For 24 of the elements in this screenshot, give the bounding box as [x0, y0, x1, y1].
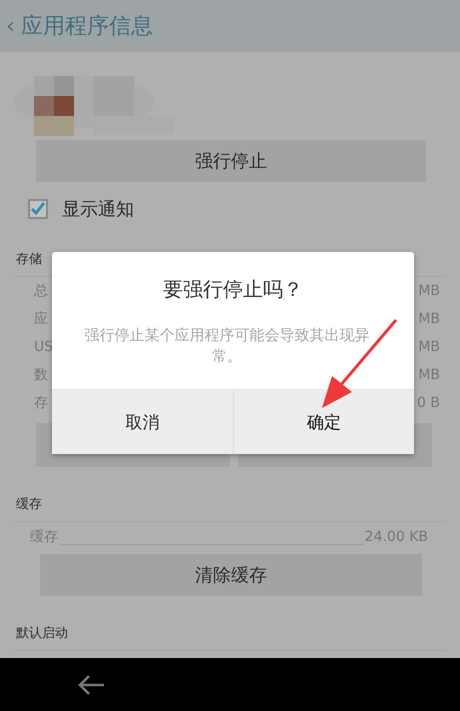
clear-cache-button[interactable]: 清除缓存 [40, 554, 422, 596]
dialog-title: 要强行停止吗？ [162, 276, 304, 303]
row-value: MB [418, 283, 440, 299]
force-stop-button[interactable]: 强行停止 [36, 140, 426, 182]
row-label: 总 [34, 282, 48, 300]
dialog-message: 强行停止某个应用程序可能会导致其出现异常。 [84, 325, 370, 367]
cancel-button[interactable]: 取消 [52, 390, 232, 454]
checkbox[interactable] [28, 199, 48, 219]
screen-title: 应用程序信息 [20, 13, 153, 41]
row-value: 24.00 KB [364, 529, 428, 545]
checkbox-label: 显示通知 [62, 198, 134, 221]
row-value: MB [418, 367, 440, 383]
section-header: 缓存 [14, 495, 446, 522]
confirm-button[interactable]: 确定 [232, 390, 414, 454]
row-label: 缓存 [30, 528, 58, 546]
row-label: 应 [34, 310, 48, 328]
row-label: 数 [34, 366, 48, 384]
row-value: MB [418, 339, 440, 355]
row-label: US [34, 339, 54, 355]
row-value: MB [418, 311, 440, 327]
section-header: 默认启动 [14, 624, 446, 651]
back-arrow-icon[interactable] [76, 672, 106, 696]
row-value: 0 B [417, 395, 440, 411]
row-label: 存 [34, 394, 48, 412]
